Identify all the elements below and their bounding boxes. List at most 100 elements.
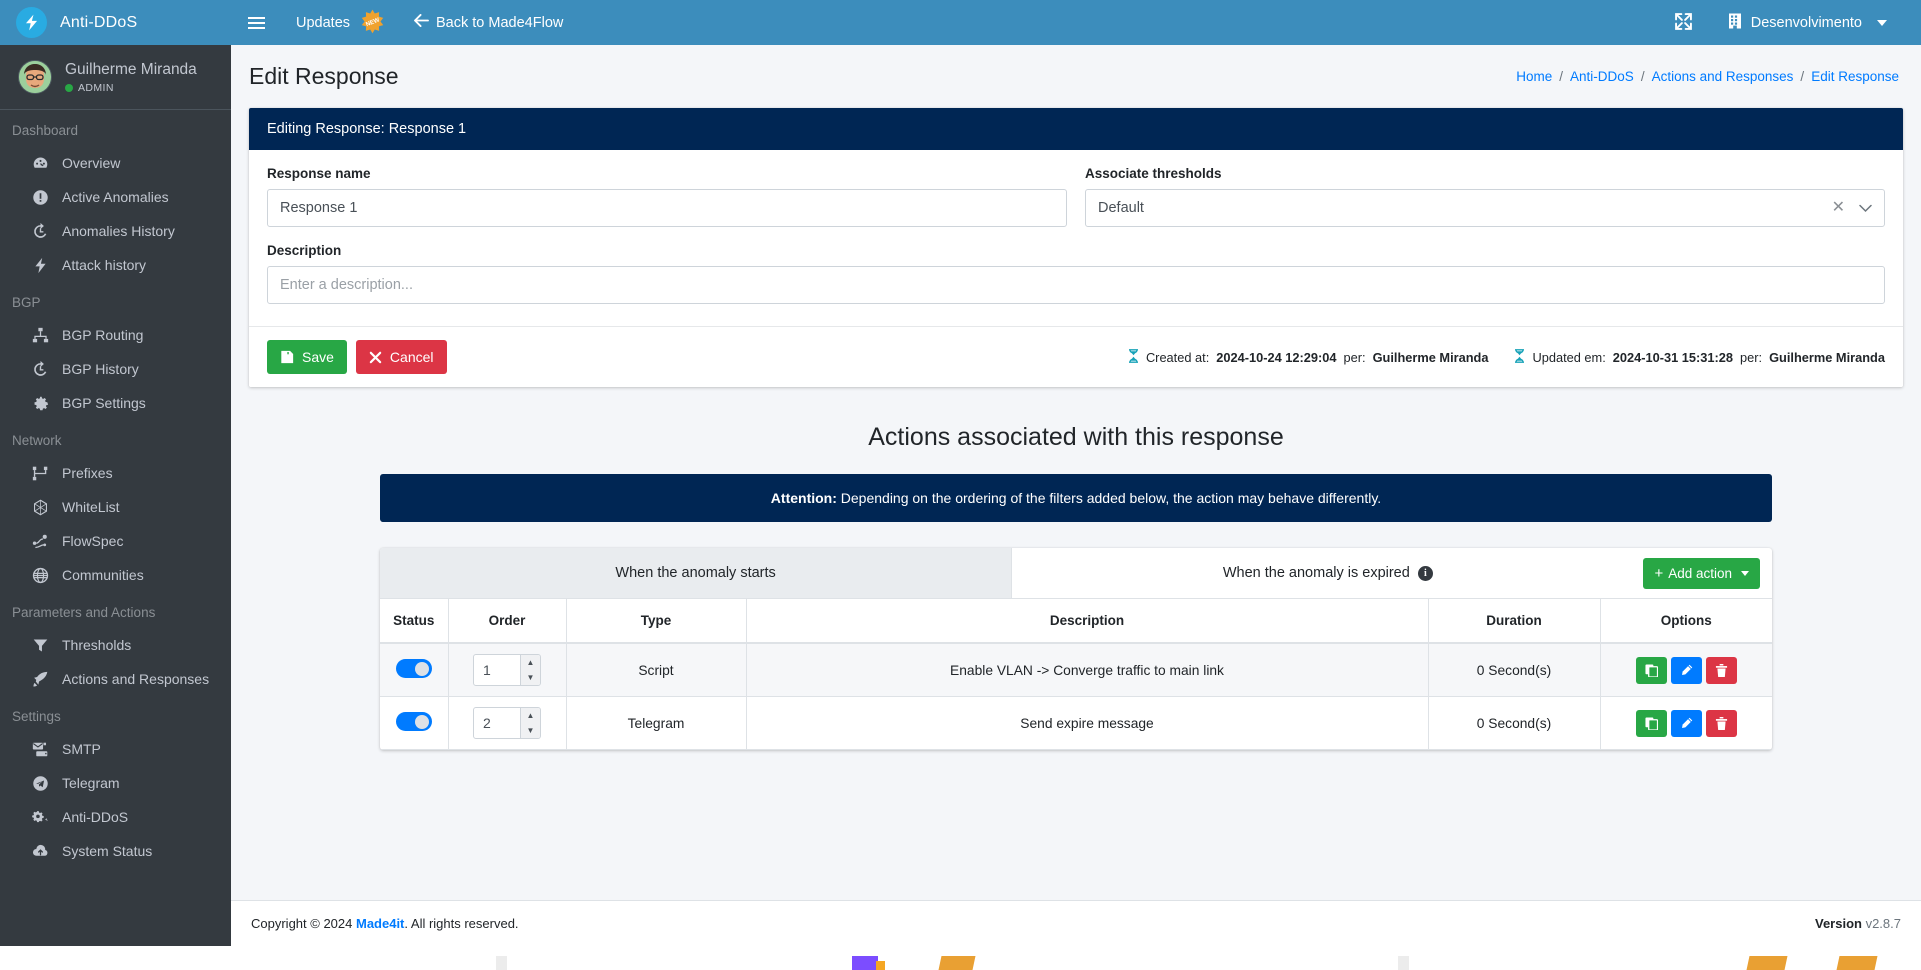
sidebar-item-thresholds[interactable]: Thresholds [6,628,225,662]
save-button[interactable]: Save [267,340,347,374]
copy-icon[interactable] [1635,709,1667,737]
sidebar-item-label: WhiteList [62,499,120,515]
stepper-up-icon[interactable]: ▲ [521,655,540,670]
stepper-down-icon[interactable]: ▼ [521,723,540,738]
globe-icon [30,565,50,585]
row-option-buttons [1609,656,1765,684]
breadcrumb: Home / Anti-DDoS / Actions and Responses… [1516,69,1899,84]
cell-duration: 0 Second(s) [1428,696,1601,750]
brand-area[interactable]: Anti-DDoS [0,0,231,45]
edit-icon[interactable] [1670,656,1702,684]
plus-icon: + [1654,564,1664,582]
sidebar-item-active-anomalies[interactable]: Active Anomalies [6,180,225,214]
order-stepper[interactable]: 2 ▲ ▼ [473,707,541,739]
order-stepper[interactable]: 1 ▲ ▼ [473,654,541,686]
sidebar-item-telegram[interactable]: Telegram [6,766,225,800]
associate-thresholds-label: Associate thresholds [1085,166,1222,181]
user-role: ADMIN [65,82,197,94]
back-to-made4flow-link[interactable]: Back to Made4Flow [400,0,577,45]
updates-button[interactable]: Updates NEW [282,0,400,45]
save-label: Save [302,349,334,365]
copy-icon[interactable] [1635,656,1667,684]
sidebar-item-label: Actions and Responses [62,671,210,687]
breadcrumb-anti-ddos[interactable]: Anti-DDoS [1570,69,1634,84]
sidebar-item-communities[interactable]: Communities [6,558,225,592]
sidebar-item-system-status[interactable]: System Status [6,834,225,868]
cell-description: Send expire message [746,696,1429,750]
organization-selector[interactable]: Desenvolvimento [1712,0,1903,45]
hexagon-nodes-icon [30,497,50,517]
navbar-right-group: Desenvolvimento [1659,0,1921,45]
tab-label: When the anomaly starts [615,565,776,581]
stepper-down-icon[interactable]: ▼ [521,670,540,685]
column-header-duration: Duration [1428,599,1601,644]
sidebar-item-anomalies-history[interactable]: Anomalies History [6,214,225,248]
sidebar-item-bgp-routing[interactable]: BGP Routing [6,318,225,352]
associate-thresholds-select[interactable]: Default ✕ [1085,189,1885,227]
content-header: Edit Response Home / Anti-DDoS / Actions… [231,45,1921,108]
tab-when-anomaly-expired[interactable]: When the anomaly is expired i [1012,548,1644,598]
user-panel[interactable]: Guilherme Miranda ADMIN [0,45,231,110]
clear-selection-icon[interactable]: ✕ [1832,200,1845,216]
status-toggle[interactable] [395,659,432,678]
fullscreen-button[interactable] [1659,0,1708,45]
stepper-up-icon[interactable]: ▲ [521,708,540,723]
actions-tabs: When the anomaly starts When the anomaly… [380,548,1772,599]
taskbar-item[interactable] [1746,956,1788,970]
sidebar-item-smtp[interactable]: SMTP [6,732,225,766]
tab-when-anomaly-starts[interactable]: When the anomaly starts [380,548,1013,598]
taskbar-item[interactable] [1398,956,1409,970]
version-label: Version [1815,916,1866,931]
sidebar-item-anti-ddos[interactable]: Anti-DDoS [6,800,225,834]
column-header-description: Description [746,599,1429,644]
menu-toggle-button[interactable] [231,0,282,45]
delete-icon[interactable] [1705,709,1737,737]
breadcrumb-actions-and-responses[interactable]: Actions and Responses [1652,69,1794,84]
sidebar-item-prefixes[interactable]: Prefixes [6,456,225,490]
associate-thresholds-group: Associate thresholds Default ✕ [1085,166,1885,227]
taskbar-item[interactable] [852,956,878,970]
sidebar-item-attack-history[interactable]: Attack history [6,248,225,282]
column-header-type: Type [566,599,747,644]
chevron-down-icon [1877,19,1887,26]
sidebar-section-parameters-and-actions: Parameters and Actions [12,605,156,620]
taskbar-item[interactable] [496,956,507,970]
info-icon[interactable]: i [1417,565,1433,581]
sidebar-item-bgp-history[interactable]: BGP History [6,352,225,386]
delete-icon[interactable] [1705,656,1737,684]
made4it-link[interactable]: Made4it [356,916,404,931]
copyright-prefix: Copyright © 2024 [251,916,356,931]
breadcrumb-current: Edit Response [1811,69,1899,84]
new-badge-icon: NEW [359,9,386,36]
sidebar-item-bgp-settings[interactable]: BGP Settings [6,386,225,420]
taskbar-item[interactable] [876,961,885,970]
history-icon [30,359,50,379]
sidebar-item-actions-and-responses[interactable]: Actions and Responses [6,662,225,696]
taskbar-item[interactable] [1836,956,1878,970]
taskbar-item[interactable] [938,956,976,970]
actions-table-body: 1 ▲ ▼ Script Enable VLAN -> Converge tra… [380,643,1772,750]
edit-response-form: Response name Associate thresholds Defau… [249,150,1903,326]
created-metadata: Created at: 2024-10-24 12:29:04 per: Gui… [1128,349,1488,365]
sidebar-item-whitelist[interactable]: WhiteList [6,490,225,524]
chevron-down-icon[interactable] [1859,204,1872,213]
column-header-status: Status [380,599,449,644]
form-row-description: Description [267,243,1885,320]
status-toggle[interactable] [395,712,432,731]
app-logo-icon [16,7,47,38]
row-option-buttons [1609,709,1765,737]
breadcrumb-home[interactable]: Home [1516,69,1552,84]
associate-thresholds-select-wrap: Default ✕ [1085,189,1885,227]
cancel-button[interactable]: Cancel [355,340,447,374]
sidebar-item-overview[interactable]: Overview [6,146,225,180]
add-action-button[interactable]: + Add action [1643,557,1760,589]
cell-options [1600,643,1772,697]
edit-icon[interactable] [1670,709,1702,737]
response-name-input[interactable] [267,189,1067,227]
sidebar-item-flowspec[interactable]: FlowSpec [6,524,225,558]
actions-table: Status Order Type Description Duration O… [380,599,1772,750]
actions-table-head: Status Order Type Description Duration O… [380,599,1772,644]
description-input[interactable] [267,266,1885,304]
edit-response-card-footer: Save Cancel Created at: 2024-10-24 12:29… [249,326,1903,387]
order-value: 1 [483,662,491,678]
